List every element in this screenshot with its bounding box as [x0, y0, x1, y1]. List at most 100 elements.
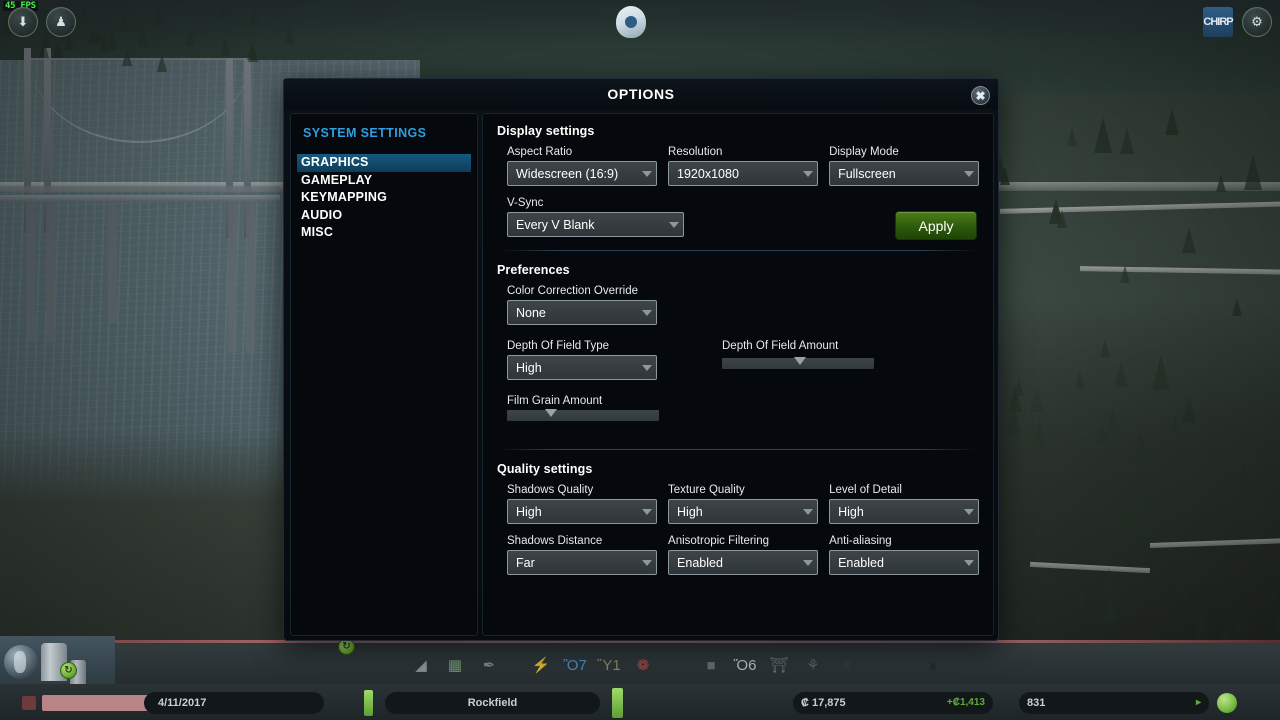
color-correction-dropdown[interactable]: None [507, 300, 657, 325]
color-swatch [22, 695, 36, 710]
texture-quality-value: High [677, 504, 703, 519]
anti-aliasing-label: Anti-aliasing [829, 535, 892, 547]
police-icon[interactable]: ■ [694, 652, 728, 678]
chevron-down-icon [642, 364, 652, 371]
apply-label: Apply [918, 217, 954, 234]
sidebar-item-gameplay[interactable]: GAMEPLAY [297, 172, 471, 190]
film-grain-slider[interactable] [507, 409, 659, 421]
dof-amount-slider[interactable] [722, 357, 874, 369]
color-correction-value: None [516, 305, 546, 320]
chirper-icon[interactable]: CHIRP [1203, 7, 1234, 37]
date-display: 4/11/2017 [144, 691, 324, 714]
healthcare-icon[interactable]: ❁ [626, 652, 660, 678]
level-of-detail-dropdown[interactable]: High [829, 499, 979, 524]
aspect-ratio-dropdown[interactable]: Widescreen (16:9) [507, 161, 657, 186]
gear-icon[interactable]: ⚙ [1242, 7, 1272, 37]
resolution-label: Resolution [668, 146, 723, 158]
level-of-detail-value: High [838, 504, 864, 519]
chevron-down-icon [669, 221, 679, 228]
section-title-preferences: Preferences [497, 263, 570, 277]
anisotropic-filtering-label: Anisotropic Filtering [668, 535, 770, 547]
sidebar-item-graphics[interactable]: GRAPHICS [297, 154, 471, 172]
simulation-speed-button[interactable] [1217, 692, 1237, 713]
city-name-display: Rockfield [385, 691, 600, 714]
options-dialog: OPTIONS ✖ SYSTEM SETTINGS GRAPHICS GAMEPL… [283, 78, 999, 641]
district-icon[interactable]: ✒ [472, 652, 506, 678]
resolution-dropdown[interactable]: 1920x1080 [668, 161, 818, 186]
population-count: 831 [1027, 696, 1046, 709]
texture-quality-dropdown[interactable]: High [668, 499, 818, 524]
close-icon[interactable]: ✖ [971, 86, 990, 105]
anisotropic-filtering-dropdown[interactable]: Enabled [668, 550, 818, 575]
money-delta: +₡1,413 [946, 697, 985, 708]
close-glyph: ✖ [975, 88, 986, 103]
slider-handle[interactable] [545, 409, 558, 417]
money-amount: ₡ 17,875 [801, 696, 846, 709]
unique-buildings-icon[interactable]: ♜ [830, 652, 864, 678]
recycle-badge-icon: ↻ [60, 662, 77, 679]
display-mode-dropdown[interactable]: Fullscreen [829, 161, 979, 186]
shadows-quality-dropdown[interactable]: High [507, 499, 657, 524]
aspect-ratio-value: Widescreen (16:9) [516, 166, 619, 181]
chevron-down-icon [802, 559, 813, 566]
education-icon[interactable]: Ὅ6 [728, 652, 762, 678]
color-correction-label: Color Correction Override [507, 285, 639, 297]
settings-sidebar: SYSTEM SETTINGS GRAPHICS GAMEPLAY KEYMAPPI… [290, 113, 478, 636]
game-logo [610, 2, 652, 42]
happiness-meter [364, 689, 373, 716]
dialog-title: OPTIONS [284, 79, 998, 109]
apply-button[interactable]: Apply [895, 211, 977, 240]
monuments-icon[interactable]: △ [882, 652, 916, 678]
dof-amount-label: Depth Of Field Amount [722, 340, 839, 352]
dof-type-dropdown[interactable]: High [507, 355, 657, 380]
unlock-icon[interactable]: ⬇ [8, 7, 38, 37]
chevron-down-icon [963, 508, 974, 515]
toolbar-separator [506, 652, 524, 678]
slider-handle[interactable] [793, 357, 806, 365]
sidebar-item-keymapping[interactable]: KEYMAPPING [297, 189, 471, 207]
bulldoze-icon[interactable]: ◢ [404, 652, 438, 678]
anti-aliasing-dropdown[interactable]: Enabled [829, 550, 979, 575]
transport-icon[interactable]: ⛩ [762, 652, 796, 678]
vsync-dropdown[interactable]: Every V Blank [507, 212, 684, 237]
chirper-label: CHIRP [1203, 16, 1233, 28]
unlock-glyph: ⬇ [17, 14, 29, 29]
game-top-bar: 45 FPS ⬇ ♟ CHIRP ⚙ [0, 0, 1280, 44]
texture-quality-label: Texture Quality [668, 484, 745, 496]
selected-building-thumbnail[interactable]: ↻ [0, 636, 115, 688]
population-trend: ▸ [1195, 697, 1201, 708]
section-divider [497, 250, 979, 251]
gear-glyph: ⚙ [1251, 14, 1263, 29]
info-views-icon[interactable]: ♟ [46, 7, 76, 37]
sidebar-item-misc[interactable]: MISC [297, 224, 471, 242]
garbage-icon[interactable]: Ὕ1 [592, 652, 626, 678]
build-toolbar: ↻ ↻ ◢ ▦ ✒ ⚡ Ὂ7 Ὕ1 ❁ △ ■ Ὅ6 ⛩ ⚘ ♜ △ ▲ [0, 636, 1280, 688]
settings-content: Display settings Aspect Ratio Widescreen… [482, 113, 994, 636]
vsync-label: V-Sync [507, 197, 544, 209]
shadows-distance-dropdown[interactable]: Far [507, 550, 657, 575]
money-display: ₡ 17,875 +₡1,413 [793, 691, 993, 714]
sidebar-item-audio[interactable]: AUDIO [297, 207, 471, 225]
chevron-down-icon [802, 170, 813, 177]
electricity-icon[interactable]: ⚡ [524, 652, 558, 678]
resolution-value: 1920x1080 [677, 166, 739, 181]
film-grain-label: Film Grain Amount [507, 395, 603, 407]
shadows-quality-label: Shadows Quality [507, 484, 594, 496]
water-icon[interactable]: Ὂ7 [558, 652, 592, 678]
progress-bar [42, 694, 152, 711]
chevron-down-icon [641, 559, 652, 566]
level-of-detail-label: Level of Detail [829, 484, 902, 496]
date-text: 4/11/2017 [158, 696, 207, 709]
roads-icon[interactable]: ▲ [916, 652, 950, 678]
fire-icon[interactable]: △ [660, 652, 694, 678]
shadows-distance-value: Far [516, 555, 535, 570]
aspect-ratio-label: Aspect Ratio [507, 146, 573, 158]
chevron-down-icon [802, 508, 813, 515]
zoning-icon[interactable]: ▦ [438, 652, 472, 678]
population-display: 831 ▸ [1019, 691, 1209, 714]
parks-icon[interactable]: ⚘ [796, 652, 830, 678]
game-bottom-bar: ↻ ↻ ◢ ▦ ✒ ⚡ Ὂ7 Ὕ1 ❁ △ ■ Ὅ6 ⛩ ⚘ ♜ △ ▲ 4/11/2017 Rockfie… [0, 636, 1280, 720]
display-mode-label: Display Mode [829, 146, 899, 158]
shadows-distance-label: Shadows Distance [507, 535, 603, 547]
dof-type-value: High [516, 360, 542, 375]
